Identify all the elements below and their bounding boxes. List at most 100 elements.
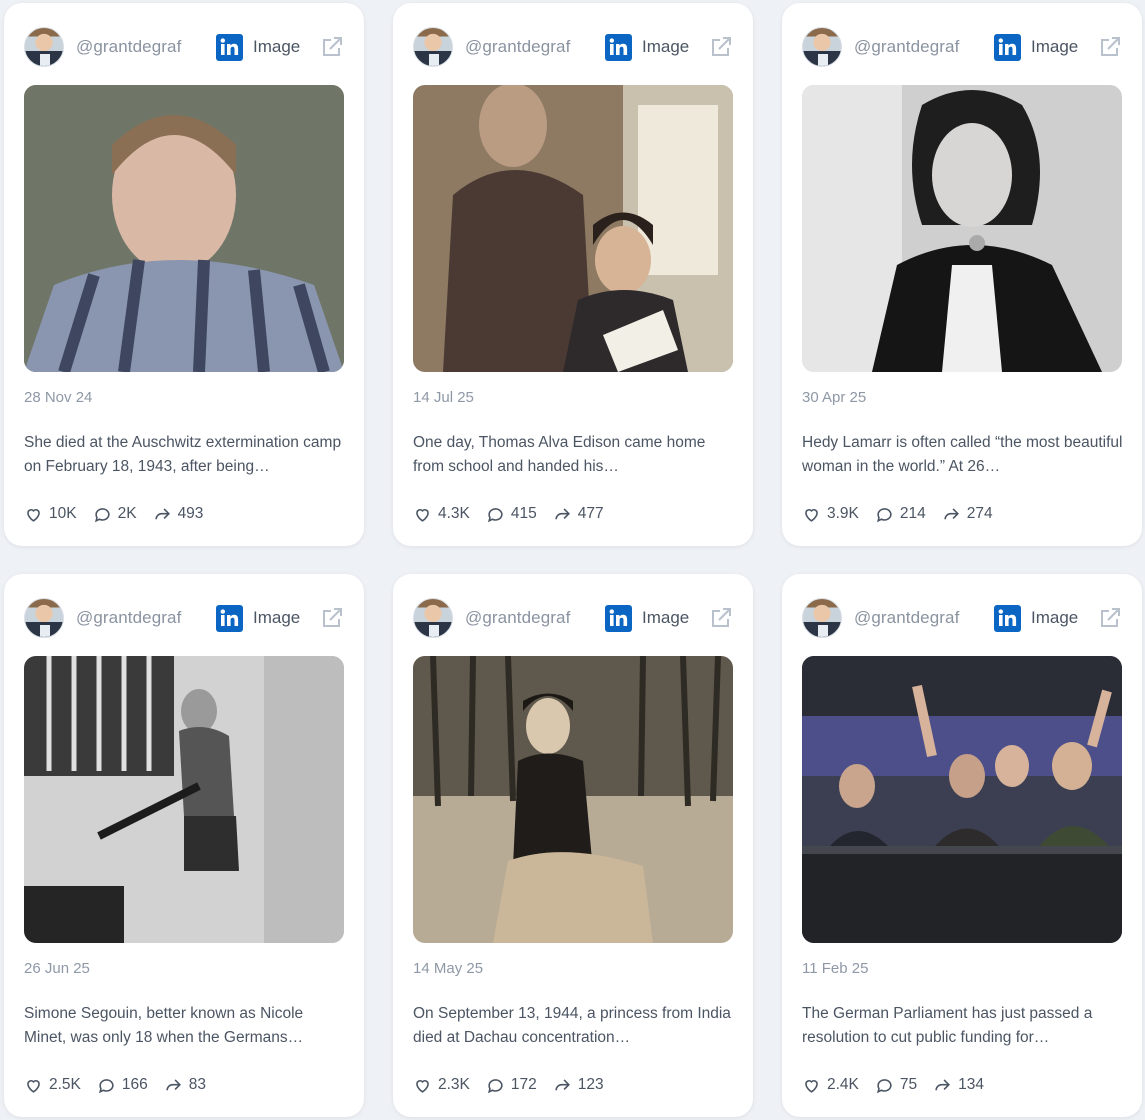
linkedin-icon	[605, 605, 632, 632]
heart-icon	[416, 508, 429, 522]
post-stats: 2.3K 172 123	[413, 1074, 620, 1096]
likes-stat: 2.4K	[802, 1076, 859, 1095]
post-image[interactable]	[802, 656, 1122, 943]
heart-icon	[27, 1079, 40, 1093]
post-date: 28 Nov 24	[24, 389, 93, 406]
post-text[interactable]: On September 13, 1944, a princess from I…	[413, 1002, 735, 1050]
comment-icon	[487, 507, 503, 522]
comments-count: 2K	[117, 505, 137, 522]
likes-stat: 4.3K	[413, 505, 470, 524]
share-icon	[555, 507, 570, 519]
author-handle[interactable]: @grantdegraf	[465, 37, 570, 57]
likes-count: 2.3K	[438, 1076, 470, 1093]
post-card[interactable]: @grantdegraf Image 28 Nov 24 She died at…	[4, 3, 364, 546]
likes-count: 4.3K	[438, 505, 470, 522]
post-image[interactable]	[413, 656, 733, 943]
comments-count: 172	[510, 1076, 537, 1093]
post-text[interactable]: She died at the Auschwitz extermination …	[24, 431, 346, 479]
post-grid: @grantdegraf Image 28 Nov 24 She died at…	[0, 0, 1145, 1120]
avatar[interactable]	[802, 598, 842, 638]
shares-count: 493	[177, 505, 204, 522]
comment-icon	[94, 507, 110, 522]
post-card[interactable]: @grantdegraf Image 30 Apr 25 Hedy Lamarr…	[782, 3, 1142, 546]
external-link-icon[interactable]	[708, 34, 734, 60]
post-image[interactable]	[802, 85, 1122, 372]
post-card[interactable]: @grantdegraf Image 11 Feb 25 The German …	[782, 574, 1142, 1117]
comments-count: 166	[121, 1076, 148, 1093]
post-stats: 2.5K 166 83	[24, 1074, 222, 1096]
shares-stat: 134	[933, 1076, 984, 1095]
post-card[interactable]: @grantdegraf Image 14 May 25 On Septembe…	[393, 574, 753, 1117]
post-type-label: Image	[253, 608, 301, 627]
post-date: 14 Jul 25	[413, 389, 474, 406]
card-header: @grantdegraf Image	[413, 596, 735, 640]
post-card[interactable]: @grantdegraf Image 14 Jul 25 One day, Th…	[393, 3, 753, 546]
share-icon	[944, 507, 959, 519]
comments-count: 214	[899, 505, 926, 522]
comments-stat: 415	[486, 505, 537, 524]
heart-icon	[805, 1079, 818, 1093]
external-link-icon[interactable]	[1097, 605, 1123, 631]
likes-stat: 2.3K	[413, 1076, 470, 1095]
share-icon	[166, 1078, 181, 1090]
likes-stat: 2.5K	[24, 1076, 81, 1095]
author-handle[interactable]: @grantdegraf	[854, 37, 959, 57]
share-icon	[154, 507, 170, 519]
shares-count: 123	[577, 1076, 604, 1093]
linkedin-icon	[216, 34, 243, 61]
author-handle[interactable]: @grantdegraf	[76, 608, 181, 628]
card-header: @grantdegraf Image	[802, 596, 1124, 640]
post-type-label: Image	[1031, 608, 1079, 627]
card-header: @grantdegraf Image	[24, 25, 346, 69]
likes-count: 2.5K	[49, 1076, 81, 1093]
post-text[interactable]: Hedy Lamarr is often called “the most be…	[802, 431, 1124, 479]
comment-icon	[487, 1078, 503, 1093]
post-image[interactable]	[413, 85, 733, 372]
post-text[interactable]: The German Parliament has just passed a …	[802, 1002, 1124, 1050]
post-type-label: Image	[1031, 37, 1079, 56]
avatar[interactable]	[802, 27, 842, 67]
post-text[interactable]: Simone Segouin, better known as Nicole M…	[24, 1002, 346, 1050]
likes-stat: 10K	[24, 505, 77, 524]
likes-count: 10K	[49, 505, 77, 522]
comment-icon	[876, 507, 892, 522]
post-text[interactable]: One day, Thomas Alva Edison came home fr…	[413, 431, 735, 479]
external-link-icon[interactable]	[1097, 34, 1123, 60]
avatar[interactable]	[24, 27, 64, 67]
avatar[interactable]	[413, 27, 453, 67]
post-image[interactable]	[24, 85, 344, 372]
shares-count: 83	[188, 1076, 207, 1093]
post-stats: 4.3K 415 477	[413, 503, 620, 525]
author-handle[interactable]: @grantdegraf	[465, 608, 570, 628]
author-handle[interactable]: @grantdegraf	[76, 37, 181, 57]
shares-count: 477	[577, 505, 604, 522]
shares-count: 134	[958, 1076, 985, 1093]
avatar[interactable]	[413, 598, 453, 638]
comments-stat: 166	[97, 1076, 148, 1095]
external-link-icon[interactable]	[319, 605, 345, 631]
post-image[interactable]	[24, 656, 344, 943]
shares-stat: 477	[553, 505, 604, 524]
comments-count: 415	[510, 505, 537, 522]
post-stats: 10K 2K 493	[24, 503, 219, 525]
heart-icon	[27, 508, 40, 522]
author-handle[interactable]: @grantdegraf	[854, 608, 959, 628]
shares-stat: 493	[153, 505, 204, 524]
comments-stat: 75	[875, 1076, 917, 1095]
share-icon	[935, 1078, 951, 1090]
comments-stat: 214	[875, 505, 926, 524]
post-date: 26 Jun 25	[24, 960, 90, 977]
comments-count: 75	[899, 1076, 918, 1093]
card-header: @grantdegraf Image	[413, 25, 735, 69]
external-link-icon[interactable]	[708, 605, 734, 631]
post-type-label: Image	[642, 608, 690, 627]
avatar[interactable]	[24, 598, 64, 638]
external-link-icon[interactable]	[319, 34, 345, 60]
heart-icon	[805, 508, 818, 522]
likes-count: 2.4K	[827, 1076, 859, 1093]
post-card[interactable]: @grantdegraf Image 26 Jun 25 Simone Sego…	[4, 574, 364, 1117]
shares-count: 274	[966, 505, 993, 522]
card-header: @grantdegraf Image	[24, 596, 346, 640]
comments-stat: 172	[486, 1076, 537, 1095]
post-type-label: Image	[253, 37, 301, 56]
